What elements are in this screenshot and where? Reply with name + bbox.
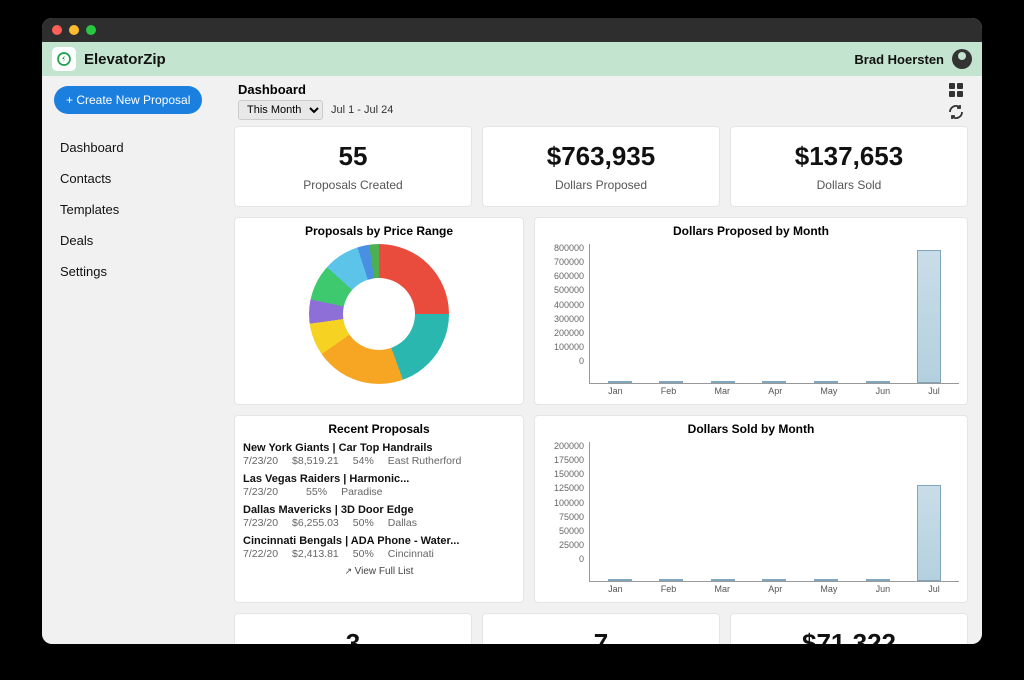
topbar: ElevatorZip Brad Hoersten [42, 42, 982, 76]
panel-dollars-sold-chart: Dollars Sold by Month 200000175000150000… [534, 415, 968, 603]
brand-name: ElevatorZip [84, 51, 166, 68]
period-select[interactable]: This Month [238, 100, 323, 120]
window-close-icon[interactable] [52, 25, 62, 35]
chart-y-axis: 8000007000006000005000004000003000002000… [543, 244, 587, 366]
kpi-dollars-sold: $137,653 Dollars Sold [730, 126, 968, 207]
sidebar-item-templates[interactable]: Templates [54, 194, 222, 225]
panel-dollars-proposed-chart: Dollars Proposed by Month 80000070000060… [534, 217, 968, 405]
user-avatar-icon [952, 49, 972, 69]
grid-view-icon[interactable] [948, 82, 964, 98]
panel-recent-proposals: Recent Proposals New York Giants | Car T… [234, 415, 524, 603]
sidebar-item-dashboard[interactable]: Dashboard [54, 132, 222, 163]
kpi-dollars-proposed: $763,935 Dollars Proposed [482, 126, 720, 207]
user-menu[interactable]: Brad Hoersten [854, 49, 972, 69]
recent-proposal-row[interactable]: Dallas Mavericks | 3D Door Edge 7/23/20$… [243, 504, 515, 529]
user-name: Brad Hoersten [854, 52, 944, 67]
chart-y-axis: 2000001750001500001250001000007500050000… [543, 442, 587, 564]
panel-price-range-donut: Proposals by Price Range [234, 217, 524, 405]
sidebar-item-settings[interactable]: Settings [54, 256, 222, 287]
refresh-icon[interactable] [948, 104, 964, 120]
recent-proposal-row[interactable]: Las Vegas Raiders | Harmonic... 7/23/205… [243, 473, 515, 498]
create-proposal-button[interactable]: + Create New Proposal [54, 86, 202, 114]
brand[interactable]: ElevatorZip [52, 47, 166, 71]
window-zoom-icon[interactable] [86, 25, 96, 35]
kpi-meetings: 3 Meetings [234, 613, 472, 644]
app-window: ElevatorZip Brad Hoersten + Create New P… [42, 18, 982, 644]
kpi-projects-negotiation: 7 Projects in Negotiation [482, 613, 720, 644]
sidebar: + Create New Proposal Dashboard Contacts… [42, 76, 234, 644]
kpi-row-top: 55 Proposals Created $763,935 Dollars Pr… [234, 126, 968, 207]
kpi-proposals-created: 55 Proposals Created [234, 126, 472, 207]
chart-plot-area [589, 244, 959, 384]
window-minimize-icon[interactable] [69, 25, 79, 35]
chart-x-axis: JanFebMarAprMayJunJul [543, 584, 959, 594]
sidebar-item-contacts[interactable]: Contacts [54, 163, 222, 194]
chart-x-axis: JanFebMarAprMayJunJul [543, 386, 959, 396]
kpi-row-bottom: 3 Meetings 7 Projects in Negotiation $71… [234, 613, 968, 644]
kpi-dollars-negotiation: $71,322 Dollars in Negotiation [730, 613, 968, 644]
window-titlebar [42, 18, 982, 42]
chart-plot-area [589, 442, 959, 582]
donut-chart [309, 244, 449, 384]
period-range: Jul 1 - Jul 24 [331, 104, 393, 116]
brand-logo-icon [52, 47, 76, 71]
view-full-list-link[interactable]: View Full List [243, 566, 515, 577]
page-title: Dashboard [238, 82, 393, 97]
recent-proposal-row[interactable]: New York Giants | Car Top Handrails 7/23… [243, 442, 515, 467]
sidebar-nav: Dashboard Contacts Templates Deals Setti… [54, 132, 222, 287]
sidebar-item-deals[interactable]: Deals [54, 225, 222, 256]
recent-proposal-row[interactable]: Cincinnati Bengals | ADA Phone - Water..… [243, 535, 515, 560]
main-content: Dashboard This Month Jul 1 - Jul 24 [234, 76, 982, 644]
